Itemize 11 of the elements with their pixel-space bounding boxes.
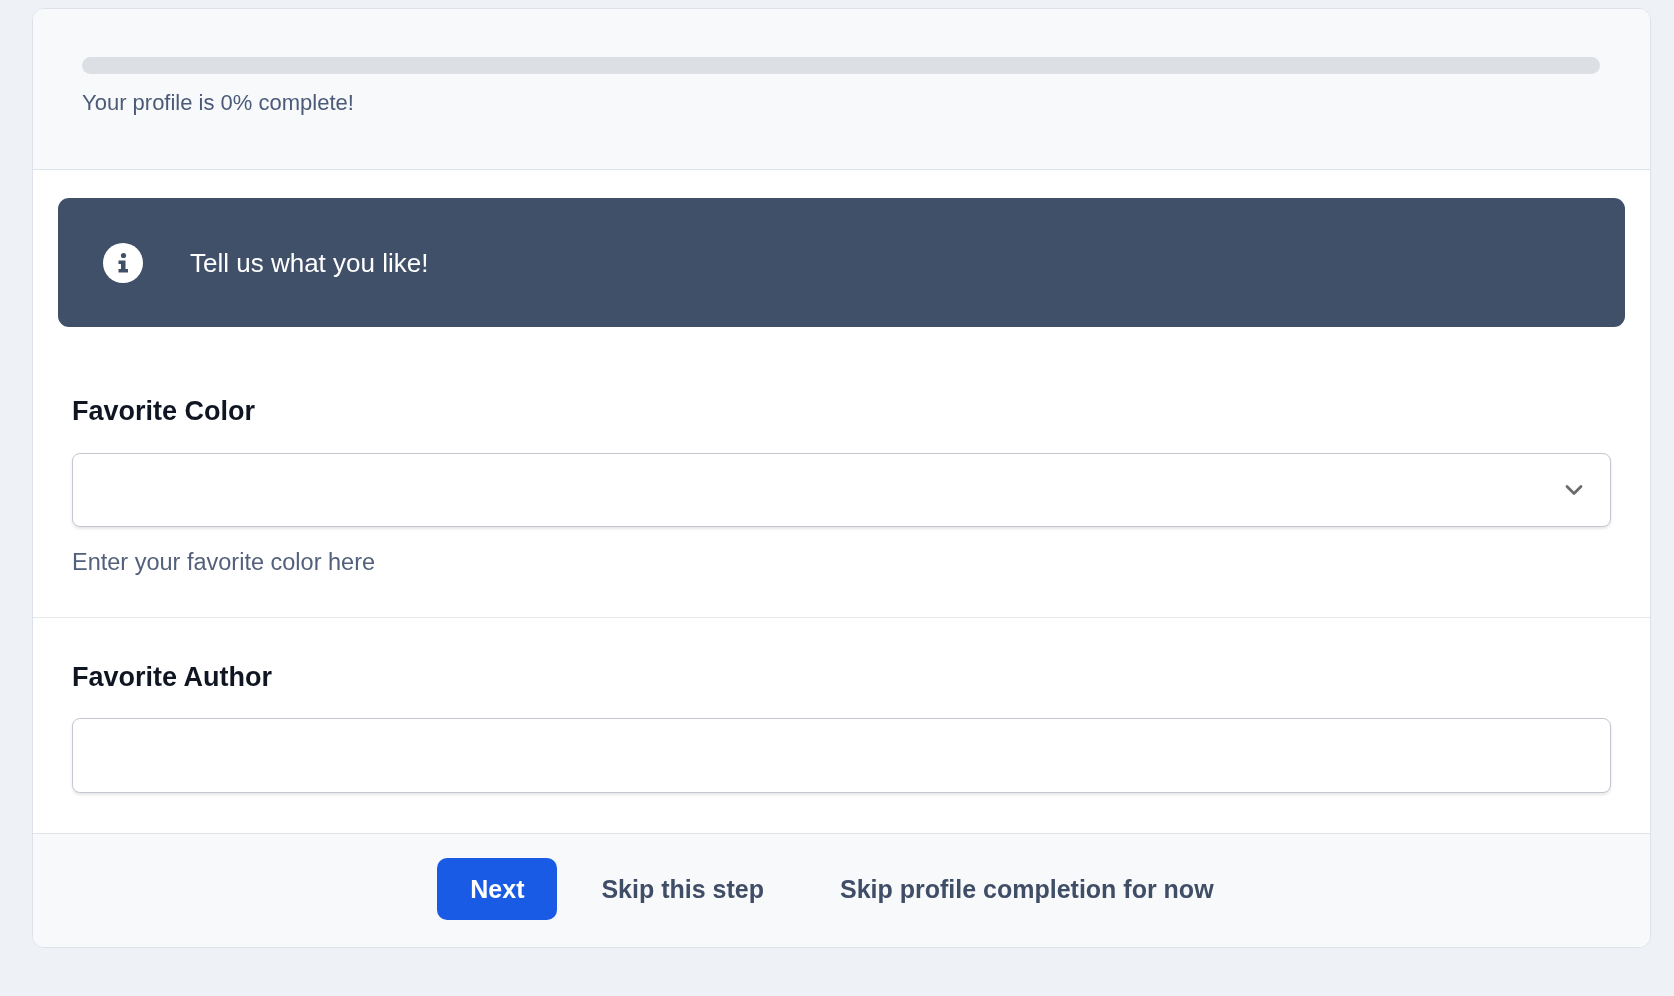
banner-message: Tell us what you like!	[190, 246, 429, 279]
field-label: Favorite Author	[72, 661, 273, 693]
help-text: Enter your favorite color here	[72, 548, 377, 576]
progress-caption: Your profile is 0% complete!	[82, 90, 355, 116]
field-label: Favorite Color	[72, 395, 257, 427]
skip-link-button[interactable]: Skip this step	[557, 858, 796, 920]
skip-link-button[interactable]: Skip profile completion for now	[795, 858, 1246, 920]
info-icon	[103, 242, 143, 283]
next-button[interactable]: Next	[437, 858, 558, 920]
text-input-field[interactable]	[72, 718, 1611, 793]
dropdown-field[interactable]	[72, 453, 1611, 527]
